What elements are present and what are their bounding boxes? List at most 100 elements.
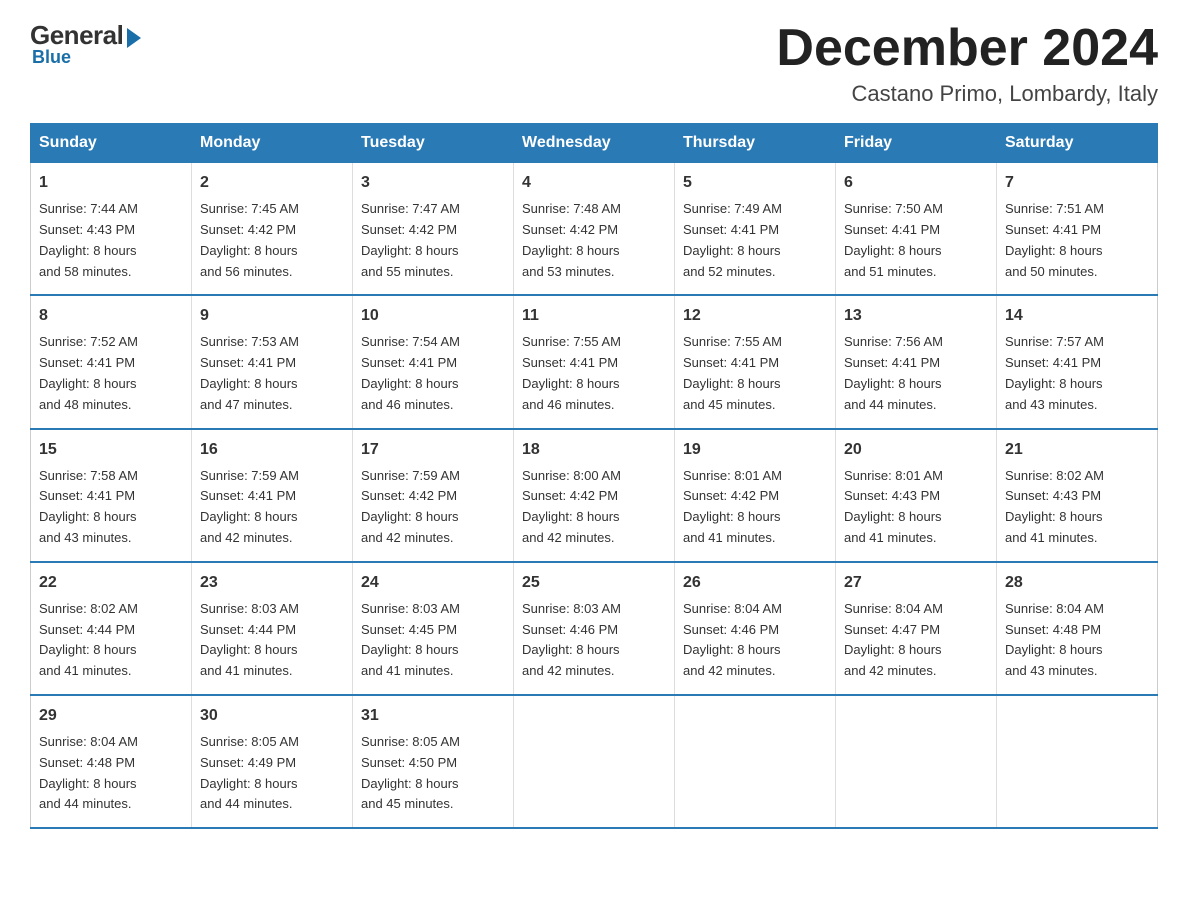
day-info: Sunrise: 8:03 AMSunset: 4:44 PMDaylight:… xyxy=(200,599,344,682)
day-cell xyxy=(836,695,997,828)
day-info: Sunrise: 8:02 AMSunset: 4:43 PMDaylight:… xyxy=(1005,466,1149,549)
day-info: Sunrise: 7:52 AMSunset: 4:41 PMDaylight:… xyxy=(39,332,183,415)
day-number: 30 xyxy=(200,704,344,728)
day-number: 6 xyxy=(844,171,988,195)
day-info: Sunrise: 7:48 AMSunset: 4:42 PMDaylight:… xyxy=(522,199,666,282)
header-cell-sunday: Sunday xyxy=(31,124,192,163)
calendar-subtitle: Castano Primo, Lombardy, Italy xyxy=(776,81,1158,107)
day-cell: 25 Sunrise: 8:03 AMSunset: 4:46 PMDayligh… xyxy=(514,562,675,695)
day-info: Sunrise: 7:55 AMSunset: 4:41 PMDaylight:… xyxy=(522,332,666,415)
day-cell: 2Sunrise: 7:45 AMSunset: 4:42 PMDaylight… xyxy=(192,163,353,296)
week-row-4: 22Sunrise: 8:02 AMSunset: 4:44 PMDayligh… xyxy=(31,562,1158,695)
day-cell: 12 Sunrise: 7:55 AMSunset: 4:41 PMDayligh… xyxy=(675,295,836,428)
day-cell: 19 Sunrise: 8:01 AMSunset: 4:42 PMDayligh… xyxy=(675,429,836,562)
header-cell-wednesday: Wednesday xyxy=(514,124,675,163)
day-cell: 26 Sunrise: 8:04 AMSunset: 4:46 PMDayligh… xyxy=(675,562,836,695)
header-cell-monday: Monday xyxy=(192,124,353,163)
day-cell: 22Sunrise: 8:02 AMSunset: 4:44 PMDayligh… xyxy=(31,562,192,695)
day-info: Sunrise: 7:44 AMSunset: 4:43 PMDaylight:… xyxy=(39,199,183,282)
logo-arrow-icon xyxy=(127,28,141,48)
day-number: 11 xyxy=(522,304,666,328)
day-cell: 30Sunrise: 8:05 AMSunset: 4:49 PMDayligh… xyxy=(192,695,353,828)
day-info: Sunrise: 8:03 AMSunset: 4:45 PMDaylight:… xyxy=(361,599,505,682)
day-number: 28 xyxy=(1005,571,1149,595)
day-number: 7 xyxy=(1005,171,1149,195)
day-number: 25 xyxy=(522,571,666,595)
day-info: Sunrise: 8:01 AMSunset: 4:42 PMDaylight:… xyxy=(683,466,827,549)
day-cell: 8 Sunrise: 7:52 AMSunset: 4:41 PMDaylight… xyxy=(31,295,192,428)
day-cell: 14 Sunrise: 7:57 AMSunset: 4:41 PMDayligh… xyxy=(997,295,1158,428)
week-row-5: 29Sunrise: 8:04 AMSunset: 4:48 PMDayligh… xyxy=(31,695,1158,828)
day-cell: 18 Sunrise: 8:00 AMSunset: 4:42 PMDayligh… xyxy=(514,429,675,562)
day-number: 27 xyxy=(844,571,988,595)
day-cell: 5 Sunrise: 7:49 AMSunset: 4:41 PMDaylight… xyxy=(675,163,836,296)
day-cell: 10Sunrise: 7:54 AMSunset: 4:41 PMDayligh… xyxy=(353,295,514,428)
day-info: Sunrise: 7:59 AMSunset: 4:41 PMDaylight:… xyxy=(200,466,344,549)
day-number: 26 xyxy=(683,571,827,595)
calendar-header: SundayMondayTuesdayWednesdayThursdayFrid… xyxy=(31,124,1158,163)
day-cell: 15Sunrise: 7:58 AMSunset: 4:41 PMDayligh… xyxy=(31,429,192,562)
page-header: General Blue December 2024 Castano Primo… xyxy=(30,20,1158,107)
header-cell-thursday: Thursday xyxy=(675,124,836,163)
day-cell: 4 Sunrise: 7:48 AMSunset: 4:42 PMDaylight… xyxy=(514,163,675,296)
day-info: Sunrise: 7:58 AMSunset: 4:41 PMDaylight:… xyxy=(39,466,183,549)
day-info: Sunrise: 8:00 AMSunset: 4:42 PMDaylight:… xyxy=(522,466,666,549)
header-cell-saturday: Saturday xyxy=(997,124,1158,163)
day-info: Sunrise: 8:05 AMSunset: 4:50 PMDaylight:… xyxy=(361,732,505,815)
day-info: Sunrise: 7:59 AMSunset: 4:42 PMDaylight:… xyxy=(361,466,505,549)
header-cell-tuesday: Tuesday xyxy=(353,124,514,163)
day-cell: 16Sunrise: 7:59 AMSunset: 4:41 PMDayligh… xyxy=(192,429,353,562)
day-info: Sunrise: 7:56 AMSunset: 4:41 PMDaylight:… xyxy=(844,332,988,415)
day-info: Sunrise: 7:55 AMSunset: 4:41 PMDaylight:… xyxy=(683,332,827,415)
calendar-body: 1 Sunrise: 7:44 AMSunset: 4:43 PMDaylight… xyxy=(31,163,1158,828)
week-row-1: 1 Sunrise: 7:44 AMSunset: 4:43 PMDaylight… xyxy=(31,163,1158,296)
day-number: 18 xyxy=(522,438,666,462)
header-row: SundayMondayTuesdayWednesdayThursdayFrid… xyxy=(31,124,1158,163)
day-number: 14 xyxy=(1005,304,1149,328)
day-number: 29 xyxy=(39,704,183,728)
day-number: 31 xyxy=(361,704,505,728)
day-number: 19 xyxy=(683,438,827,462)
day-info: Sunrise: 7:47 AMSunset: 4:42 PMDaylight:… xyxy=(361,199,505,282)
day-cell: 27Sunrise: 8:04 AMSunset: 4:47 PMDayligh… xyxy=(836,562,997,695)
day-number: 5 xyxy=(683,171,827,195)
calendar-table: SundayMondayTuesdayWednesdayThursdayFrid… xyxy=(30,123,1158,829)
day-cell: 7Sunrise: 7:51 AMSunset: 4:41 PMDaylight… xyxy=(997,163,1158,296)
day-info: Sunrise: 8:02 AMSunset: 4:44 PMDaylight:… xyxy=(39,599,183,682)
day-cell: 13 Sunrise: 7:56 AMSunset: 4:41 PMDayligh… xyxy=(836,295,997,428)
day-cell: 11 Sunrise: 7:55 AMSunset: 4:41 PMDayligh… xyxy=(514,295,675,428)
day-info: Sunrise: 7:49 AMSunset: 4:41 PMDaylight:… xyxy=(683,199,827,282)
day-number: 24 xyxy=(361,571,505,595)
day-cell: 31 Sunrise: 8:05 AMSunset: 4:50 PMDayligh… xyxy=(353,695,514,828)
day-number: 4 xyxy=(522,171,666,195)
day-number: 17 xyxy=(361,438,505,462)
day-number: 10 xyxy=(361,304,505,328)
day-info: Sunrise: 8:03 AMSunset: 4:46 PMDaylight:… xyxy=(522,599,666,682)
calendar-title: December 2024 xyxy=(776,20,1158,77)
day-cell xyxy=(514,695,675,828)
week-row-3: 15Sunrise: 7:58 AMSunset: 4:41 PMDayligh… xyxy=(31,429,1158,562)
day-cell: 28 Sunrise: 8:04 AMSunset: 4:48 PMDayligh… xyxy=(997,562,1158,695)
day-number: 21 xyxy=(1005,438,1149,462)
day-number: 13 xyxy=(844,304,988,328)
day-number: 1 xyxy=(39,171,183,195)
day-info: Sunrise: 8:04 AMSunset: 4:48 PMDaylight:… xyxy=(1005,599,1149,682)
day-cell: 20Sunrise: 8:01 AMSunset: 4:43 PMDayligh… xyxy=(836,429,997,562)
day-cell: 6Sunrise: 7:50 AMSunset: 4:41 PMDaylight… xyxy=(836,163,997,296)
day-info: Sunrise: 7:53 AMSunset: 4:41 PMDaylight:… xyxy=(200,332,344,415)
day-info: Sunrise: 8:01 AMSunset: 4:43 PMDaylight:… xyxy=(844,466,988,549)
day-cell xyxy=(997,695,1158,828)
day-number: 12 xyxy=(683,304,827,328)
day-number: 8 xyxy=(39,304,183,328)
week-row-2: 8 Sunrise: 7:52 AMSunset: 4:41 PMDaylight… xyxy=(31,295,1158,428)
day-cell: 1 Sunrise: 7:44 AMSunset: 4:43 PMDaylight… xyxy=(31,163,192,296)
day-number: 23 xyxy=(200,571,344,595)
logo-blue-text: Blue xyxy=(32,47,71,68)
day-cell: 9Sunrise: 7:53 AMSunset: 4:41 PMDaylight… xyxy=(192,295,353,428)
header-cell-friday: Friday xyxy=(836,124,997,163)
day-info: Sunrise: 8:04 AMSunset: 4:46 PMDaylight:… xyxy=(683,599,827,682)
day-info: Sunrise: 7:57 AMSunset: 4:41 PMDaylight:… xyxy=(1005,332,1149,415)
day-cell: 29Sunrise: 8:04 AMSunset: 4:48 PMDayligh… xyxy=(31,695,192,828)
logo: General Blue xyxy=(30,20,141,68)
day-cell: 17 Sunrise: 7:59 AMSunset: 4:42 PMDayligh… xyxy=(353,429,514,562)
